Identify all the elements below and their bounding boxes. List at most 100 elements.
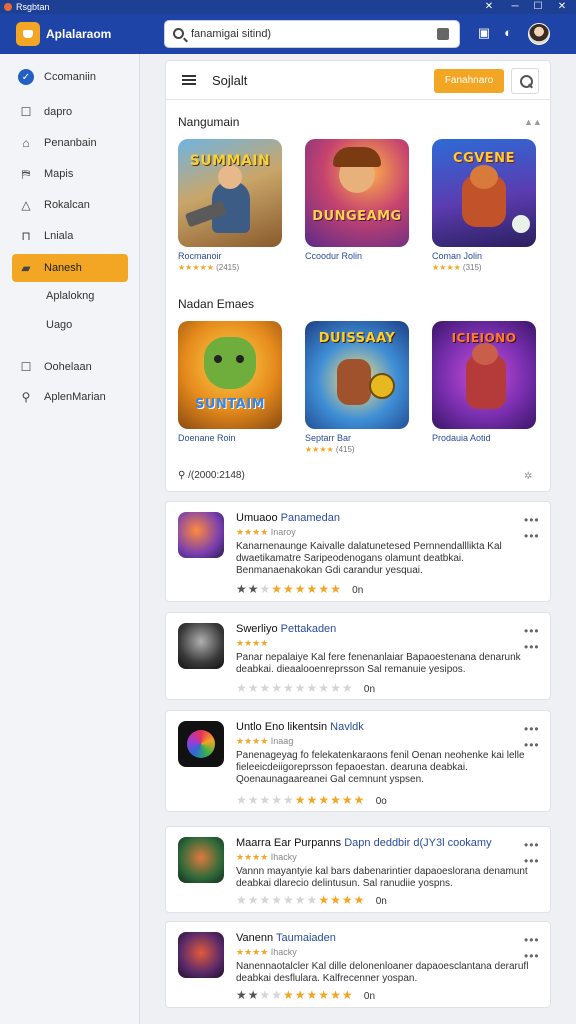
game-art-image: ICIEIONO: [432, 321, 536, 429]
review-card[interactable]: Maarra Ear Purpanns Dapn deddbir d(JY3l …: [165, 826, 551, 913]
game-card[interactable]: SUNTAIM Doenane Roin: [178, 321, 282, 443]
game-name: Ccoodur Rolin: [305, 251, 363, 261]
app-thumbnail-image: [178, 512, 224, 558]
sidebar-item-2[interactable]: ⌂ Penanbain: [12, 129, 128, 157]
square-icon: ☐: [20, 360, 32, 374]
search-value: fanamigai sitind): [191, 28, 272, 40]
settings-icon[interactable]: ◐: [500, 25, 516, 41]
game-name: Septarr Bar: [305, 433, 352, 443]
review-card[interactable]: Vanenn Taumaiaden ★★★★ Ihacky Nanennaota…: [165, 921, 551, 1008]
sidebar-item-1[interactable]: ☐ dapro: [12, 98, 128, 126]
close-icon[interactable]: ✕: [478, 0, 500, 14]
search-input[interactable]: fanamigai sitind): [164, 20, 460, 48]
game-art-image: CGVENE: [432, 139, 536, 247]
review-body: Panenageyag fo felekatenkaraons fenil Oe…: [236, 750, 525, 785]
sidebar-subitem-0[interactable]: Aplalokng: [46, 290, 94, 302]
review-title: Umuaoo Panamedan: [236, 512, 340, 524]
app-header: Aplalaraom fanamigai sitind) ▣ ◐: [0, 14, 576, 54]
game-card[interactable]: DUNGEAMG Ccoodur Rolin: [305, 139, 409, 261]
more-options-icon[interactable]: ••• •••: [524, 839, 540, 867]
search-icon: [173, 28, 184, 39]
sidebar-item-10[interactable]: ⚲ AplenMarian: [12, 383, 128, 411]
sidebar-item-6[interactable]: ▰ Nanesh: [12, 254, 128, 282]
rating-bar: ★★★★★★★★★★★ 0o: [236, 793, 387, 807]
game-card[interactable]: SUMMAIN Rocmanoir ★★★★★ (2415): [178, 139, 282, 272]
review-body: Panar nepalaiye Kal fere fenenanlaiar Ba…: [236, 652, 521, 675]
review-subtitle: ★★★★ Ihacky: [236, 852, 297, 862]
app-icon: [4, 3, 12, 11]
check-circle-icon: ✓: [18, 69, 34, 85]
map-icon: ⛿: [21, 166, 31, 181]
rating-bar: ★★★★★★★★★★★ 0n: [236, 893, 387, 907]
gift-icon[interactable]: ▣: [476, 25, 492, 41]
game-name: Prodauia Aotid: [432, 433, 491, 443]
window-title: Rsgbtan: [16, 2, 50, 12]
rating-bar: ★★★★★★★★★★ 0n: [236, 988, 376, 1002]
menu-icon[interactable]: [182, 75, 196, 85]
more-options-icon[interactable]: ••• •••: [524, 723, 540, 751]
game-art-image: DUNGEAMG: [305, 139, 409, 247]
game-card[interactable]: CGVENE Coman Jolin ★★★★ (315): [432, 139, 536, 272]
rating-bar: ★★★★★★★★★ 0n: [236, 582, 364, 596]
app-logo-icon: [16, 22, 40, 46]
sidebar: ✓ Ccomaniin ☐ dapro ⌂ Penanbain ⛿ Mapis …: [0, 54, 140, 1024]
expand-icon[interactable]: ▲▲: [524, 117, 542, 127]
clear-icon[interactable]: [437, 28, 449, 40]
app-thumbnail-image: [178, 721, 224, 767]
game-name: Coman Jolin: [432, 251, 483, 261]
more-options-icon[interactable]: ••• •••: [524, 625, 540, 653]
app-thumbnail-image: [178, 932, 224, 978]
game-rating: ★★★★★ (2415): [178, 263, 240, 272]
game-name: Doenane Roin: [178, 433, 236, 443]
maximize-icon[interactable]: ☐: [527, 0, 549, 14]
avatar[interactable]: [528, 23, 550, 45]
divider: [166, 99, 550, 100]
section-title-featured: Nangumain: [178, 115, 240, 129]
sidebar-item-3[interactable]: ⛿ Mapis: [12, 160, 128, 188]
review-card[interactable]: Umuaoo Panamedan ★★★★ Inaroy Kanarnenaun…: [165, 501, 551, 602]
more-options-icon[interactable]: ••• •••: [524, 934, 540, 962]
game-rating: ★★★★ (315): [432, 263, 482, 272]
review-subtitle: ★★★★ Ihacky: [236, 947, 297, 957]
game-art-image: SUNTAIM: [178, 321, 282, 429]
review-subtitle: ★★★★ Inaroy: [236, 527, 296, 537]
sidebar-subitem-1[interactable]: Uago: [46, 319, 72, 331]
sidebar-item-9[interactable]: ☐ Oohelaan: [12, 353, 128, 381]
sidebar-item-4[interactable]: △ Rokalcan: [12, 191, 128, 219]
primary-button[interactable]: Fanahnaro: [434, 69, 504, 93]
games-card: Sojlalt Fanahnaro Nangumain ▲▲ SUMMAIN R…: [165, 60, 551, 492]
review-card[interactable]: Swerliyo Pettakaden ★★★★ Panar nepalaiye…: [165, 612, 551, 700]
review-subtitle: ★★★★ Inaag: [236, 736, 294, 746]
toolbar-title: Sojlalt: [212, 73, 248, 88]
review-title: Vanenn Taumaiaden: [236, 932, 336, 944]
bookmark-icon: ▰: [21, 261, 31, 275]
review-title: Untlo Eno likentsin Navldk: [236, 721, 364, 733]
sidebar-item-0[interactable]: ✓ Ccomaniin: [12, 63, 128, 91]
review-subtitle: ★★★★: [236, 638, 269, 648]
game-art-image: DUISSAAY: [305, 321, 409, 429]
settings-icon[interactable]: ✲: [524, 471, 532, 482]
review-body: Vannn mayantyie kal bars dabenarintier d…: [236, 866, 528, 889]
home-icon: ⌂: [22, 136, 30, 150]
game-card[interactable]: ICIEIONO Prodauia Aotid: [432, 321, 536, 443]
more-options-icon[interactable]: ••• •••: [524, 514, 540, 542]
game-rating: ★★★★ (415): [305, 445, 355, 454]
game-name: Rocmanoir: [178, 251, 222, 261]
review-title: Swerliyo Pettakaden: [236, 623, 337, 635]
footer-info: ⚲ /(2000:2148): [178, 470, 245, 481]
review-title: Maarra Ear Purpanns Dapn deddbir d(JY3l …: [236, 837, 492, 849]
review-body: Nanennaotalcler Kal dille delonenloaner …: [236, 961, 529, 984]
game-card[interactable]: DUISSAAY Septarr Bar ★★★★ (415): [305, 321, 409, 454]
section-title-new: Nadan Emaes: [178, 297, 255, 311]
window-close-icon[interactable]: ✕: [551, 0, 573, 14]
triangle-icon: △: [21, 198, 31, 212]
app-thumbnail-image: [178, 623, 224, 669]
game-art-image: SUMMAIN: [178, 139, 282, 247]
bag-icon: ⊓: [21, 229, 31, 243]
wrench-icon: ⚲: [21, 390, 31, 404]
minimize-icon[interactable]: ─: [504, 0, 526, 14]
square-icon: ☐: [20, 105, 32, 119]
toolbar-search-icon[interactable]: [511, 68, 539, 94]
review-card[interactable]: Untlo Eno likentsin Navldk ★★★★ Inaag Pa…: [165, 710, 551, 812]
sidebar-item-5[interactable]: ⊓ Lniala: [12, 222, 128, 250]
